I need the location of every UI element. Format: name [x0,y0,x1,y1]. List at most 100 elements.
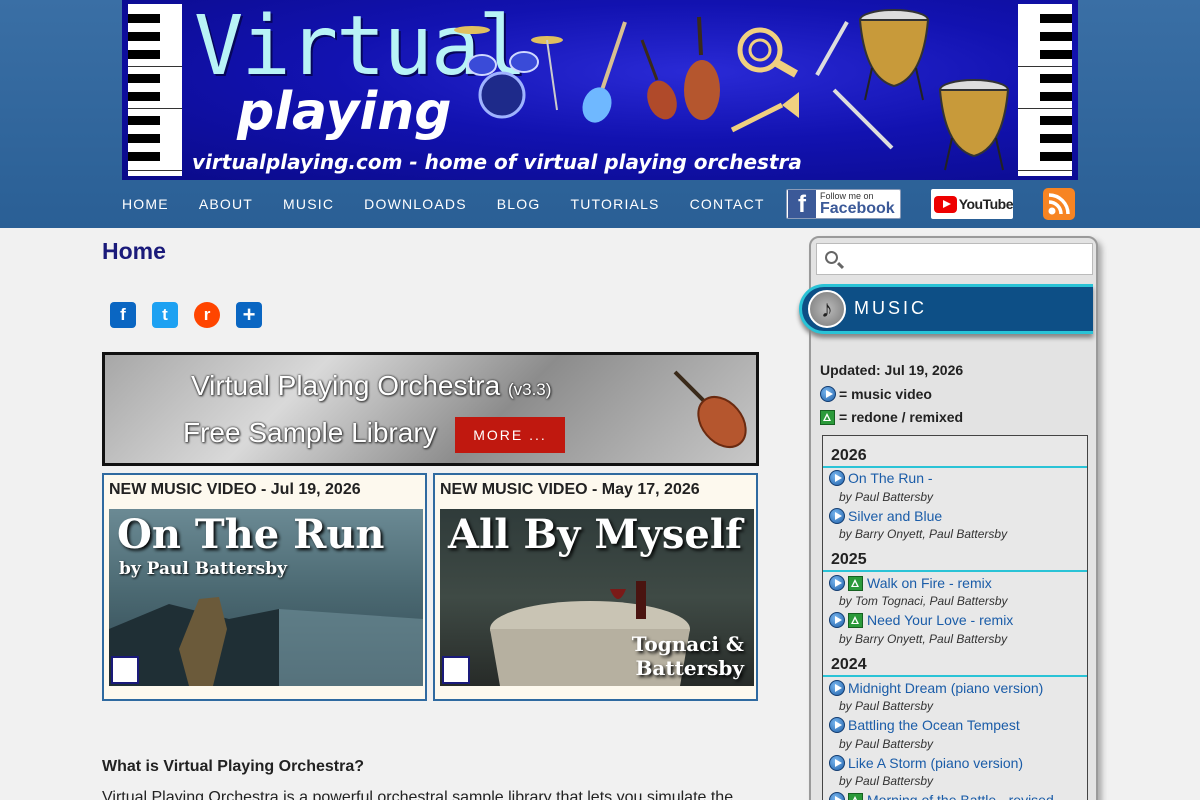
brand-url: virtualplaying.com - home of virtual pla… [192,150,802,174]
track-artist: by Paul Battersby [839,774,934,788]
remix-icon [848,612,863,628]
year-heading: 2026 [823,436,1087,468]
music-section-title: MUSIC [854,298,927,318]
facebook-follow-button[interactable]: f Follow me on Facebook [786,189,901,219]
violin-icon [640,39,677,120]
music-note-icon: ♪ [808,290,846,328]
nav-about[interactable]: ABOUT [199,188,253,220]
track-artist: by Paul Battersby [839,699,934,713]
share-plus-icon[interactable]: + [236,302,262,328]
main-nav: HOME ABOUT MUSIC DOWNLOADS BLOG TUTORIAL… [122,188,795,220]
music-section-header: ♪ MUSIC [799,284,1093,334]
year-heading: 2024 [823,645,1087,677]
youtube-label: YouTube [958,196,1014,212]
section-paragraph: Virtual Playing Orchestra is a powerful … [102,789,734,800]
search-icon[interactable] [825,251,838,264]
play-icon [829,680,845,696]
drum-kit-icon [454,26,563,119]
page-title: Home [102,238,166,264]
track-link[interactable]: Walk on Fire - remix [829,575,992,591]
brand-subtitle: playing [237,82,452,142]
timpani-icon [858,9,930,101]
piano-keys-right-icon [1018,4,1072,176]
promo-subtitle: Free Sample Library [183,417,437,448]
share-bar: f t r + [110,302,278,328]
play-icon [829,575,845,591]
track-link[interactable]: On The Run - [829,470,933,486]
youtube-button[interactable]: YouTube [931,189,1014,219]
nav-downloads[interactable]: DOWNLOADS [364,188,467,220]
vpo-logo-icon [442,656,470,684]
french-horn-icon [737,27,798,78]
promo-title: Virtual Playing Orchestra [191,370,501,401]
track-link[interactable]: Need Your Love - remix [829,612,1013,628]
search-input[interactable] [851,248,1086,270]
track-link[interactable]: Like A Storm (piano version) [829,755,1023,771]
thumb-subtitle: by Paul Battersby [119,559,287,579]
violin-icon [673,370,747,449]
legend-music-video: = music video [820,386,932,402]
clarinet-icon [815,21,849,76]
share-facebook-icon[interactable]: f [110,302,136,328]
legend-remix: = redone / remixed [820,409,963,425]
track-link[interactable]: Silver and Blue [829,508,942,524]
vpo-logo-icon [111,656,139,684]
video-heading: NEW MUSIC VIDEO - Jul 19, 2026 [109,481,361,498]
site-header: Virtual playing virtualplaying.com - hom… [0,0,1200,228]
nav-blog[interactable]: BLOG [497,188,541,220]
track-artist: by Tom Tognaci, Paul Battersby [839,594,1008,608]
remix-icon [848,792,863,800]
share-reddit-icon[interactable]: r [194,302,220,328]
promo-banner[interactable]: Virtual Playing Orchestra (v3.3) Free Sa… [102,352,759,466]
sidebar: ♪ MUSIC Updated: Jul 19, 2026 = music vi… [799,236,1098,800]
guitar-icon [582,21,627,123]
nav-tutorials[interactable]: TUTORIALS [570,188,659,220]
play-icon [829,792,845,800]
rss-button[interactable] [1043,188,1075,220]
updated-date: Updated: Jul 19, 2026 [820,362,964,378]
promo-version: (v3.3) [507,380,552,399]
search-box [816,243,1093,275]
share-twitter-icon[interactable]: t [152,302,178,328]
video-card-all-by-myself[interactable]: NEW MUSIC VIDEO - May 17, 2026 All By My… [433,473,758,701]
track-artist: by Paul Battersby [839,737,934,751]
timpani-second-icon [938,79,1010,171]
site-banner[interactable]: Virtual playing virtualplaying.com - hom… [122,0,1078,180]
youtube-icon [934,195,957,213]
track-link[interactable]: Battling the Ocean Tempest [829,717,1020,733]
remix-icon [820,409,835,425]
facebook-label: Facebook [820,200,895,217]
video-thumbnail[interactable]: All By Myself Tognaci & Battersby [440,509,754,686]
year-heading: 2025 [823,540,1087,572]
thumb-credit-line1: Tognaci & [631,632,744,656]
nav-music[interactable]: MUSIC [283,188,334,220]
section-heading: What is Virtual Playing Orchestra? [102,758,364,775]
track-artist: by Paul Battersby [839,490,934,504]
music-track-list[interactable]: 2026 On The Run - by Paul Battersby Silv… [822,435,1088,800]
thumb-title: On The Run [117,511,385,558]
cello-icon [684,16,720,120]
track-link[interactable]: Midnight Dream (piano version) [829,680,1043,696]
play-icon [820,386,836,402]
rss-icon [1048,193,1070,215]
track-artist: by Barry Onyett, Paul Battersby [839,527,1008,541]
facebook-icon: f [788,190,816,218]
play-icon [829,612,845,628]
trumpet-icon [730,92,799,133]
nav-contact[interactable]: CONTACT [690,188,765,220]
track-link[interactable]: Morning of the Battle - revised [829,792,1054,800]
track-artist: by Barry Onyett, Paul Battersby [839,632,1008,646]
play-icon [829,508,845,524]
play-icon [829,717,845,733]
video-card-on-the-run[interactable]: NEW MUSIC VIDEO - Jul 19, 2026 On The Ru… [102,473,427,701]
video-thumbnail[interactable]: On The Run by Paul Battersby [109,509,423,686]
remix-icon [848,575,863,591]
piano-keys-left-icon [128,4,182,176]
play-icon [829,470,845,486]
nav-home[interactable]: HOME [122,188,169,220]
video-heading: NEW MUSIC VIDEO - May 17, 2026 [440,481,700,498]
thumb-title: All By Myself [448,511,743,558]
more-button[interactable]: MORE ... [455,417,565,453]
thumb-credit-line2: Battersby [635,656,744,680]
play-icon [829,755,845,771]
